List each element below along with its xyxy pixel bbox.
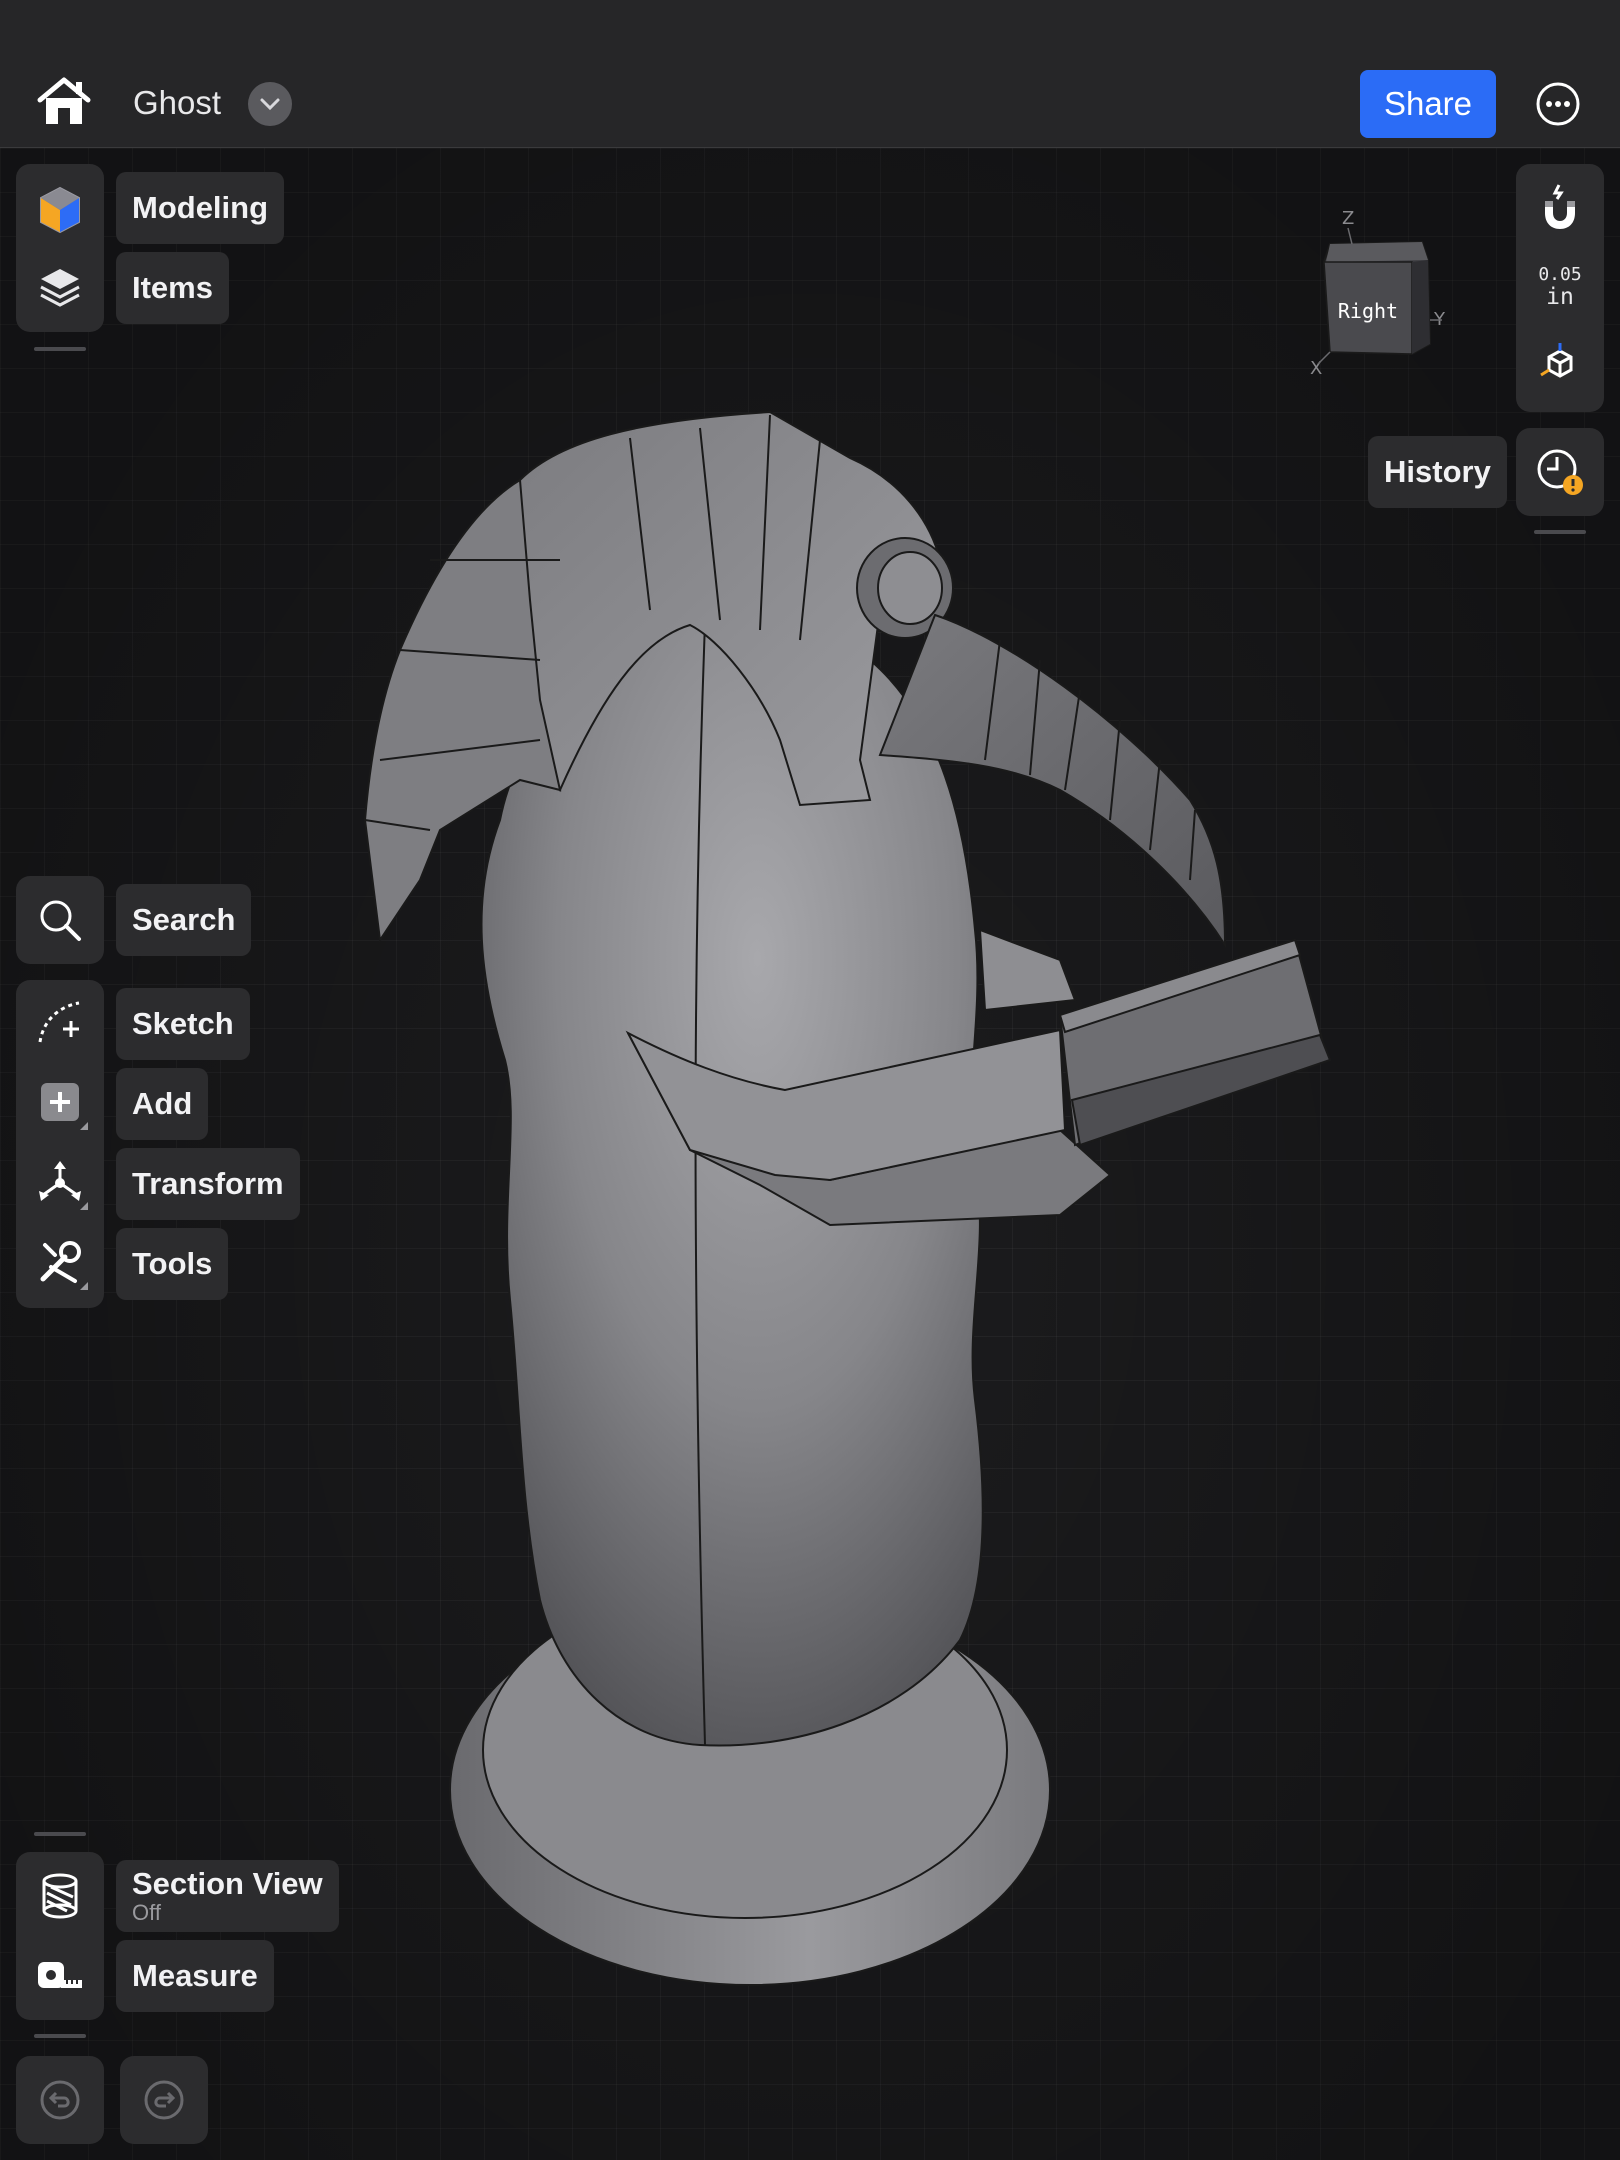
sketch-label[interactable]: Sketch [116, 988, 250, 1060]
section-view-label[interactable]: Section View Off [116, 1860, 339, 1932]
chevron-down-icon[interactable] [248, 82, 292, 126]
measure-label[interactable]: Measure [116, 1940, 274, 2012]
home-icon[interactable] [36, 76, 92, 128]
search-panel [16, 876, 104, 964]
items-label[interactable]: Items [116, 252, 229, 324]
section-view-icon[interactable] [28, 1864, 92, 1928]
tools-panel [16, 980, 104, 1308]
inspect-panel [16, 1852, 104, 2020]
more-options-icon[interactable] [1534, 80, 1582, 128]
history-label[interactable]: History [1368, 436, 1507, 508]
layers-icon[interactable] [28, 256, 92, 320]
search-icon[interactable] [28, 888, 92, 952]
view-cube[interactable]: Right Z Y X [1300, 200, 1460, 380]
tools-icon[interactable] [28, 1230, 92, 1294]
history-clock-icon[interactable] [1528, 440, 1592, 504]
workspace-panel [16, 164, 104, 332]
history-panel [1516, 428, 1604, 516]
top-bar: Ghost Share [0, 0, 1620, 148]
add-label[interactable]: Add [116, 1068, 209, 1140]
undo-button[interactable] [16, 2056, 104, 2144]
document-title[interactable]: Ghost [133, 84, 221, 122]
undo-icon[interactable] [28, 2068, 92, 2132]
share-button[interactable]: Share [1360, 70, 1496, 138]
redo-button[interactable] [120, 2056, 208, 2144]
tools-label[interactable]: Tools [116, 1228, 229, 1300]
section-view-title: Section View [132, 1866, 323, 1902]
snap-increment[interactable]: 0.05 in [1516, 264, 1604, 310]
section-view-state: Off [132, 1899, 161, 1925]
redo-icon[interactable] [132, 2068, 196, 2132]
panel-divider [34, 1832, 86, 1836]
measure-tape-icon[interactable] [28, 1944, 92, 2008]
transform-icon[interactable] [28, 1150, 92, 1214]
modeling-label[interactable]: Modeling [116, 172, 285, 244]
panel-divider [34, 2034, 86, 2038]
axis-z-label: Z [1342, 208, 1354, 229]
transform-label[interactable]: Transform [116, 1148, 300, 1220]
axes-cube-icon[interactable] [1528, 332, 1592, 396]
view-cube-face-label: Right [1338, 299, 1398, 323]
panel-divider [34, 347, 86, 351]
search-label[interactable]: Search [116, 884, 252, 956]
snap-value: 0.05 [1538, 264, 1582, 285]
add-icon[interactable] [28, 1070, 92, 1134]
magnet-snap-icon[interactable] [1528, 176, 1592, 240]
modeling-cube-icon[interactable] [28, 178, 92, 242]
panel-divider [1534, 530, 1586, 534]
snap-unit: in [1546, 284, 1574, 310]
sketch-icon[interactable] [28, 990, 92, 1054]
